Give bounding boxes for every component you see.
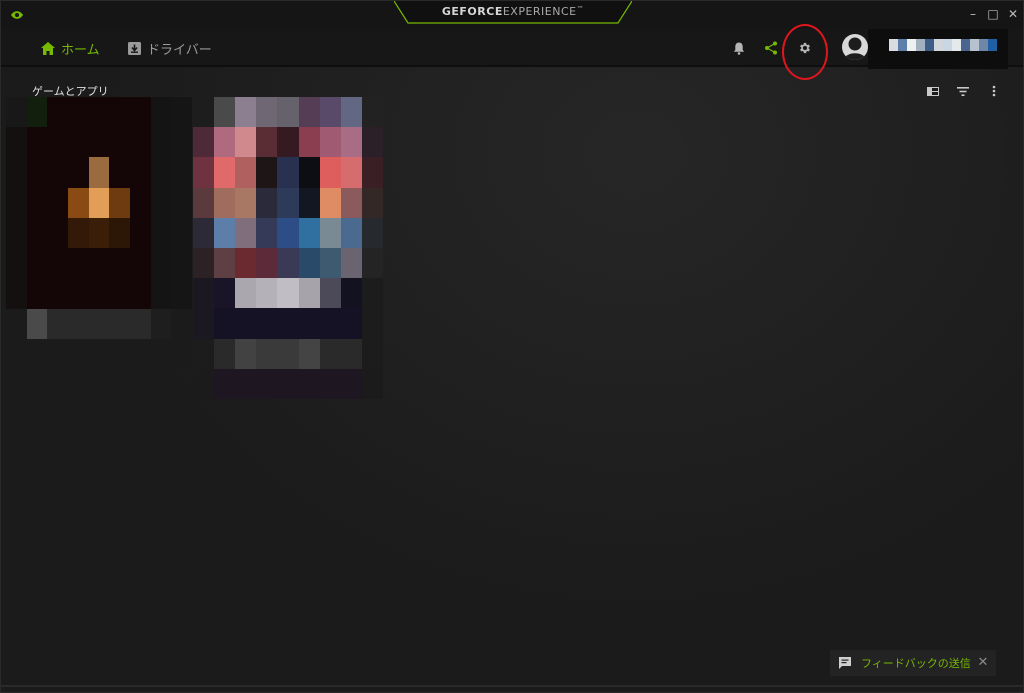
title-bar: GEFORCEEXPERIENCE™ – □ ✕ xyxy=(1,1,1023,29)
download-box-icon xyxy=(128,41,141,55)
close-window-button[interactable]: ✕ xyxy=(1002,5,1023,23)
user-avatar-icon[interactable] xyxy=(842,34,868,60)
home-icon xyxy=(41,41,55,55)
more-options-button[interactable] xyxy=(986,84,1002,98)
tab-home[interactable]: ホーム xyxy=(41,38,100,58)
highlight-circle-annotation xyxy=(782,24,828,80)
feedback-bar[interactable]: フィードバックの送信 ✕ xyxy=(830,650,996,676)
bell-icon xyxy=(733,42,745,55)
tab-home-label: ホーム xyxy=(61,42,100,58)
feedback-label: フィードバックの送信 xyxy=(861,657,971,670)
filter-button[interactable] xyxy=(955,84,971,98)
geforce-experience-window: GEFORCEEXPERIENCE™ – □ ✕ ホーム ドライバー ゲームとア… xyxy=(0,0,1024,693)
username-redacted[interactable] xyxy=(889,39,997,51)
tab-drivers[interactable]: ドライバー xyxy=(128,38,212,58)
bottom-divider xyxy=(1,685,1023,687)
grid-layout-icon xyxy=(927,86,939,96)
feedback-chat-icon xyxy=(839,657,851,669)
feedback-close-button[interactable]: ✕ xyxy=(975,654,991,670)
share-icon xyxy=(765,41,777,55)
layout-toggle-button[interactable] xyxy=(925,84,941,98)
game-tile[interactable] xyxy=(193,97,383,399)
share-button[interactable] xyxy=(761,38,781,58)
maximize-button[interactable]: □ xyxy=(982,5,1004,23)
minimize-button[interactable]: – xyxy=(962,5,984,23)
more-vertical-icon xyxy=(992,85,996,97)
game-tile[interactable] xyxy=(6,97,192,369)
filter-icon xyxy=(957,86,969,96)
notifications-button[interactable] xyxy=(729,38,749,58)
avatar-silhouette xyxy=(844,37,866,60)
nvidia-logo-icon xyxy=(11,11,23,19)
tab-drivers-label: ドライバー xyxy=(147,42,212,58)
app-title: GEFORCEEXPERIENCE™ xyxy=(441,5,585,18)
